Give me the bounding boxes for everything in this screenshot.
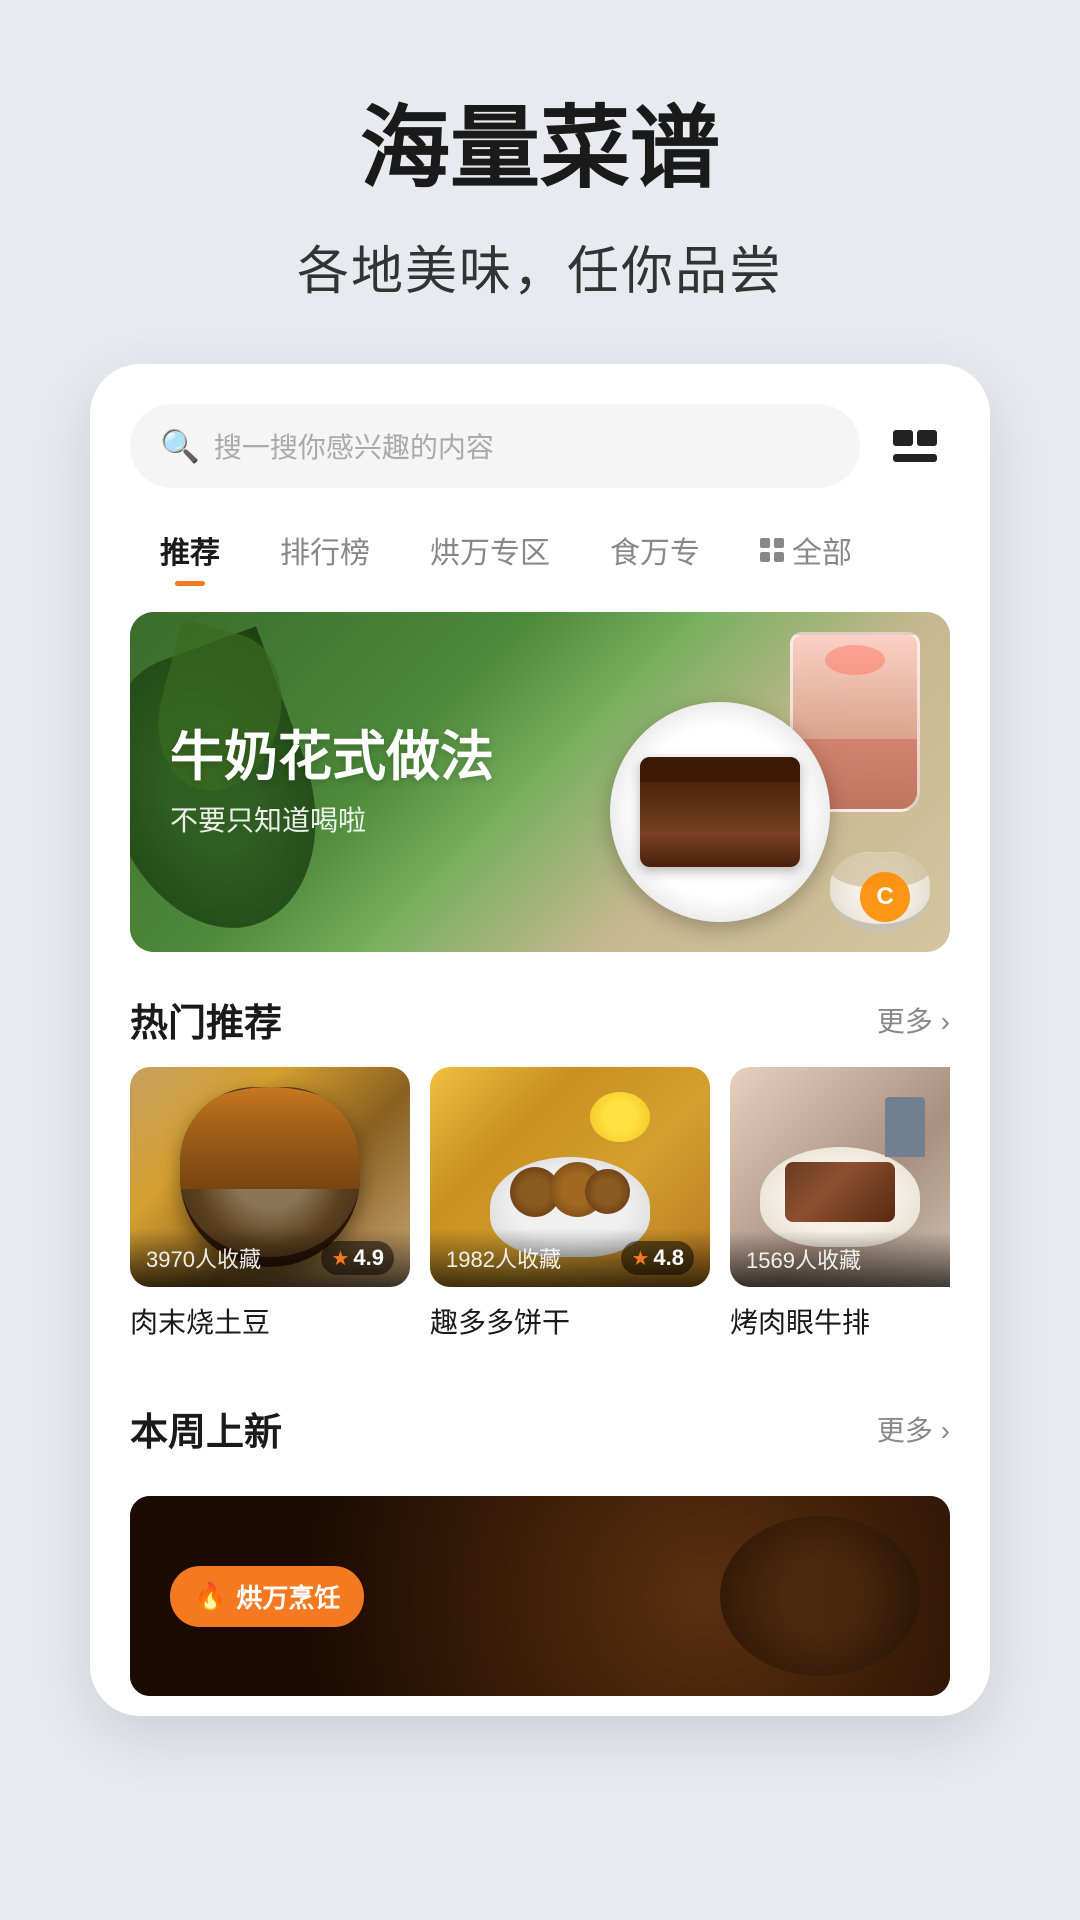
recipe-name-1: 肉末烧土豆 xyxy=(130,1301,410,1341)
tab-food[interactable]: 食万专 xyxy=(580,518,730,582)
new-card[interactable]: 🔥 烘万烹饪 xyxy=(130,1496,950,1696)
tab-ranking[interactable]: 排行榜 xyxy=(250,518,400,582)
c-badge: C xyxy=(860,872,910,922)
tab-recommend[interactable]: 推荐 xyxy=(130,518,250,582)
rating-value-2: 4.8 xyxy=(653,1245,684,1271)
recipe-favorites-3: 1569人收藏 xyxy=(746,1243,861,1275)
recipe-card-1[interactable]: 3970人收藏 ★ 4.9 肉末烧土豆 xyxy=(130,1067,410,1341)
new-section-title: 本周上新 xyxy=(130,1401,282,1456)
star-icon-2: ★ xyxy=(631,1246,649,1271)
banner-subtitle: 不要只知道喝啦 xyxy=(170,799,494,839)
search-bar-container: 🔍 搜一搜你感兴趣的内容 xyxy=(90,364,990,508)
rating-value-1: 4.9 xyxy=(353,1245,384,1271)
main-title: 海量菜谱 xyxy=(40,100,1040,199)
fire-icon: 🔥 xyxy=(194,1581,226,1612)
tab-baking[interactable]: 烘万专区 xyxy=(400,518,580,582)
new-section-more[interactable]: 更多 › xyxy=(877,1409,950,1449)
search-placeholder: 搜一搜你感兴趣的内容 xyxy=(214,426,494,466)
recipe-favorites-2: 1982人收藏 xyxy=(446,1242,561,1274)
app-card: 🔍 搜一搜你感兴趣的内容 推荐 排行榜 烘万专区 食 xyxy=(90,364,990,1716)
banner[interactable]: 牛奶花式做法 不要只知道喝啦 C xyxy=(130,612,950,952)
new-section-header: 本周上新 更多 › xyxy=(90,1361,990,1476)
header-section: 海量菜谱 各地美味，任你品尝 xyxy=(0,0,1080,364)
recipe-badge-2: 1982人收藏 ★ 4.8 xyxy=(430,1229,710,1287)
recipe-card-3[interactable]: 1569人收藏 烤肉眼牛排 xyxy=(730,1067,950,1341)
recipe-name-3: 烤肉眼牛排 xyxy=(730,1301,950,1341)
recipe-name-2: 趣多多饼干 xyxy=(430,1301,710,1341)
tab-all[interactable]: 全部 xyxy=(730,518,882,582)
star-icon-1: ★ xyxy=(331,1246,349,1271)
menu-icon-button[interactable] xyxy=(880,411,950,481)
search-icon: 🔍 xyxy=(160,427,200,465)
recipe-rating-1: ★ 4.9 xyxy=(321,1241,394,1275)
recipe-grid: 3970人收藏 ★ 4.9 肉末烧土豆 xyxy=(90,1067,990,1361)
hot-section-title: 热门推荐 xyxy=(130,992,282,1047)
hot-section-header: 热门推荐 更多 › xyxy=(90,952,990,1067)
recipe-favorites-1: 3970人收藏 xyxy=(146,1242,261,1274)
recipe-image-1: 3970人收藏 ★ 4.9 xyxy=(130,1067,410,1287)
search-bar[interactable]: 🔍 搜一搜你感兴趣的内容 xyxy=(130,404,860,488)
recipe-badge-3: 1569人收藏 xyxy=(730,1231,950,1287)
recipe-card-2[interactable]: 1982人收藏 ★ 4.8 趣多多饼干 xyxy=(430,1067,710,1341)
banner-title: 牛奶花式做法 xyxy=(170,725,494,790)
recipe-image-3: 1569人收藏 xyxy=(730,1067,950,1287)
new-badge-label: 烘万烹饪 xyxy=(236,1578,340,1615)
recipe-image-2: 1982人收藏 ★ 4.8 xyxy=(430,1067,710,1287)
sub-title: 各地美味，任你品尝 xyxy=(40,229,1040,304)
recipe-rating-2: ★ 4.8 xyxy=(621,1241,694,1275)
new-badge: 🔥 烘万烹饪 xyxy=(170,1566,364,1627)
banner-content: 牛奶花式做法 不要只知道喝啦 xyxy=(130,685,534,880)
hot-section-more[interactable]: 更多 › xyxy=(877,1000,950,1040)
recipe-badge-1: 3970人收藏 ★ 4.9 xyxy=(130,1229,410,1287)
stack-icon xyxy=(893,430,937,462)
nav-tabs: 推荐 排行榜 烘万专区 食万专 全部 xyxy=(90,508,990,602)
